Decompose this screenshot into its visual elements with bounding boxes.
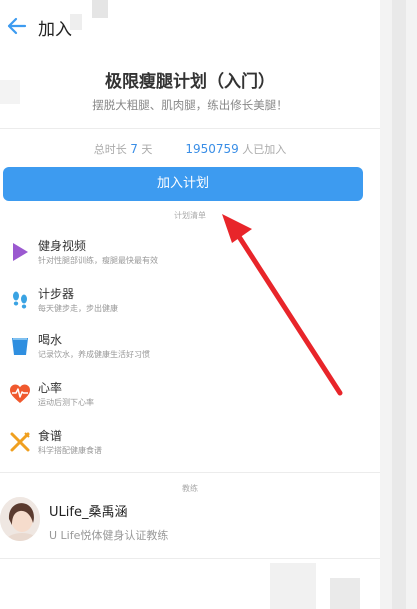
duration-unit: 天: [141, 143, 153, 156]
page-title: 加入: [38, 20, 72, 40]
plan-subtitle: 摆脱大粗腿、肌肉腿，练出修长美腿！: [92, 98, 288, 112]
coach-label: 教练: [182, 484, 198, 493]
plan-item-title: 计步器: [38, 287, 75, 301]
cup-icon: [9, 335, 31, 357]
mosaic-block: [70, 14, 82, 30]
mosaic-block: [92, 0, 108, 18]
plan-item-desc: 针对性腿部训练，瘦腿最快最有效: [38, 256, 158, 265]
joined-count: 1950759: [185, 142, 239, 156]
utensils-icon: [9, 431, 31, 453]
join-plan-button[interactable]: 加入计划: [3, 167, 363, 201]
coach-description: U Life悦体健身认证教练: [49, 529, 169, 542]
plan-item-workout-video[interactable]: 健身视频 针对性腿部训练，瘦腿最快最有效: [0, 236, 380, 282]
divider: [0, 128, 380, 129]
mosaic-block: [330, 578, 360, 609]
plan-item-water[interactable]: 喝水 记录饮水，养成健康生活好习惯: [0, 330, 380, 376]
plan-stats: 总时长 7 天 1950759 人已加入: [0, 141, 380, 157]
divider: [0, 472, 380, 473]
plan-item-recipe[interactable]: 食谱 科学搭配健康食谱: [0, 426, 380, 472]
right-edge-strip-inner: [392, 0, 406, 609]
duration-label: 总时长: [93, 143, 127, 156]
plan-list-label: 计划清单: [174, 211, 206, 220]
coach-avatar[interactable]: [0, 497, 40, 541]
plan-item-desc: 每天健步走，步出健康: [38, 304, 118, 313]
mosaic-block: [270, 563, 316, 609]
coach-name: ULife_桑禹涵: [49, 505, 128, 520]
plan-item-title: 喝水: [38, 333, 63, 347]
plan-item-desc: 运动后测下心率: [38, 398, 94, 407]
plan-item-title: 心率: [38, 381, 63, 395]
heart-rate-icon: [9, 383, 31, 405]
duration-value: 7: [130, 142, 138, 156]
plan-item-desc: 记录饮水，养成健康生活好习惯: [38, 350, 150, 359]
plan-item-title: 食谱: [38, 429, 63, 443]
plan-item-desc: 科学搭配健康食谱: [38, 446, 102, 455]
plan-item-title: 健身视频: [38, 239, 87, 253]
divider: [0, 558, 380, 559]
arrow-left-icon[interactable]: [6, 14, 28, 38]
joined-label: 人已加入: [242, 143, 287, 156]
plan-item-pedometer[interactable]: 计步器 每天健步走，步出健康: [0, 284, 380, 330]
top-bar: 加入: [0, 0, 380, 54]
play-icon: [9, 241, 31, 263]
mosaic-block: [0, 80, 20, 104]
plan-item-heart-rate[interactable]: 心率 运动后测下心率: [0, 378, 380, 424]
plan-title: 极限瘦腿计划（入门）: [105, 72, 275, 92]
footprint-icon: [9, 289, 31, 311]
